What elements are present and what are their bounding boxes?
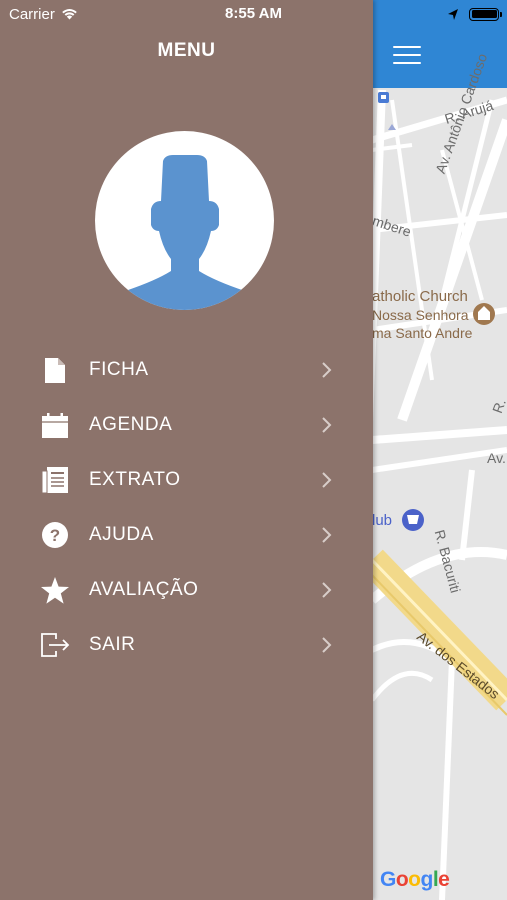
- menu-list: FICHA AGENDA EXTRATO ? AJUDA AVALIAÇÃO S…: [0, 342, 373, 672]
- menu-item-label: FICHA: [89, 359, 149, 380]
- svg-text:?: ?: [50, 526, 60, 545]
- status-time: 8:55 AM: [225, 5, 282, 22]
- map-view[interactable]: R. Arujá Av. Antônio Cardoso mbere athol…: [372, 0, 507, 900]
- side-drawer: Carrier MENU FICHA AGENDA EXTRATO ? AJUD…: [0, 0, 373, 900]
- calendar-icon: [40, 410, 70, 440]
- map-poi-label: lub: [372, 512, 393, 529]
- chevron-right-icon: [322, 637, 332, 653]
- google-logo: Google: [380, 868, 450, 891]
- hamburger-menu-icon[interactable]: [393, 46, 421, 66]
- menu-item-label: AJUDA: [89, 524, 154, 545]
- menu-item-extrato[interactable]: EXTRATO: [0, 452, 373, 507]
- menu-item-label: AGENDA: [89, 414, 173, 435]
- menu-item-avaliacao[interactable]: AVALIAÇÃO: [0, 562, 373, 617]
- menu-item-agenda[interactable]: AGENDA: [0, 397, 373, 452]
- menu-item-ficha[interactable]: FICHA: [0, 342, 373, 397]
- statement-icon: [40, 465, 70, 495]
- menu-title: MENU: [157, 40, 216, 61]
- menu-item-label: AVALIAÇÃO: [89, 579, 199, 600]
- map-poi-label: atholic Church: [372, 288, 468, 305]
- menu-item-ajuda[interactable]: ? AJUDA: [0, 507, 373, 562]
- chevron-right-icon: [322, 472, 332, 488]
- map-poi-label: Nossa Senhora: [372, 307, 469, 323]
- user-silhouette-icon: [120, 155, 249, 310]
- star-icon: [40, 575, 70, 605]
- menu-item-sair[interactable]: SAIR: [0, 617, 373, 672]
- chevron-right-icon: [322, 527, 332, 543]
- map-street-label: Av.: [487, 450, 506, 466]
- chevron-right-icon: [322, 362, 332, 378]
- document-icon: [40, 355, 70, 385]
- menu-item-label: SAIR: [89, 634, 136, 655]
- avatar[interactable]: [95, 131, 274, 310]
- logout-icon: [40, 630, 70, 660]
- map-poi-label: ma Santo Andre: [372, 325, 473, 341]
- help-icon: ?: [40, 520, 70, 550]
- chevron-right-icon: [322, 417, 332, 433]
- menu-item-label: EXTRATO: [89, 469, 181, 490]
- chevron-right-icon: [322, 582, 332, 598]
